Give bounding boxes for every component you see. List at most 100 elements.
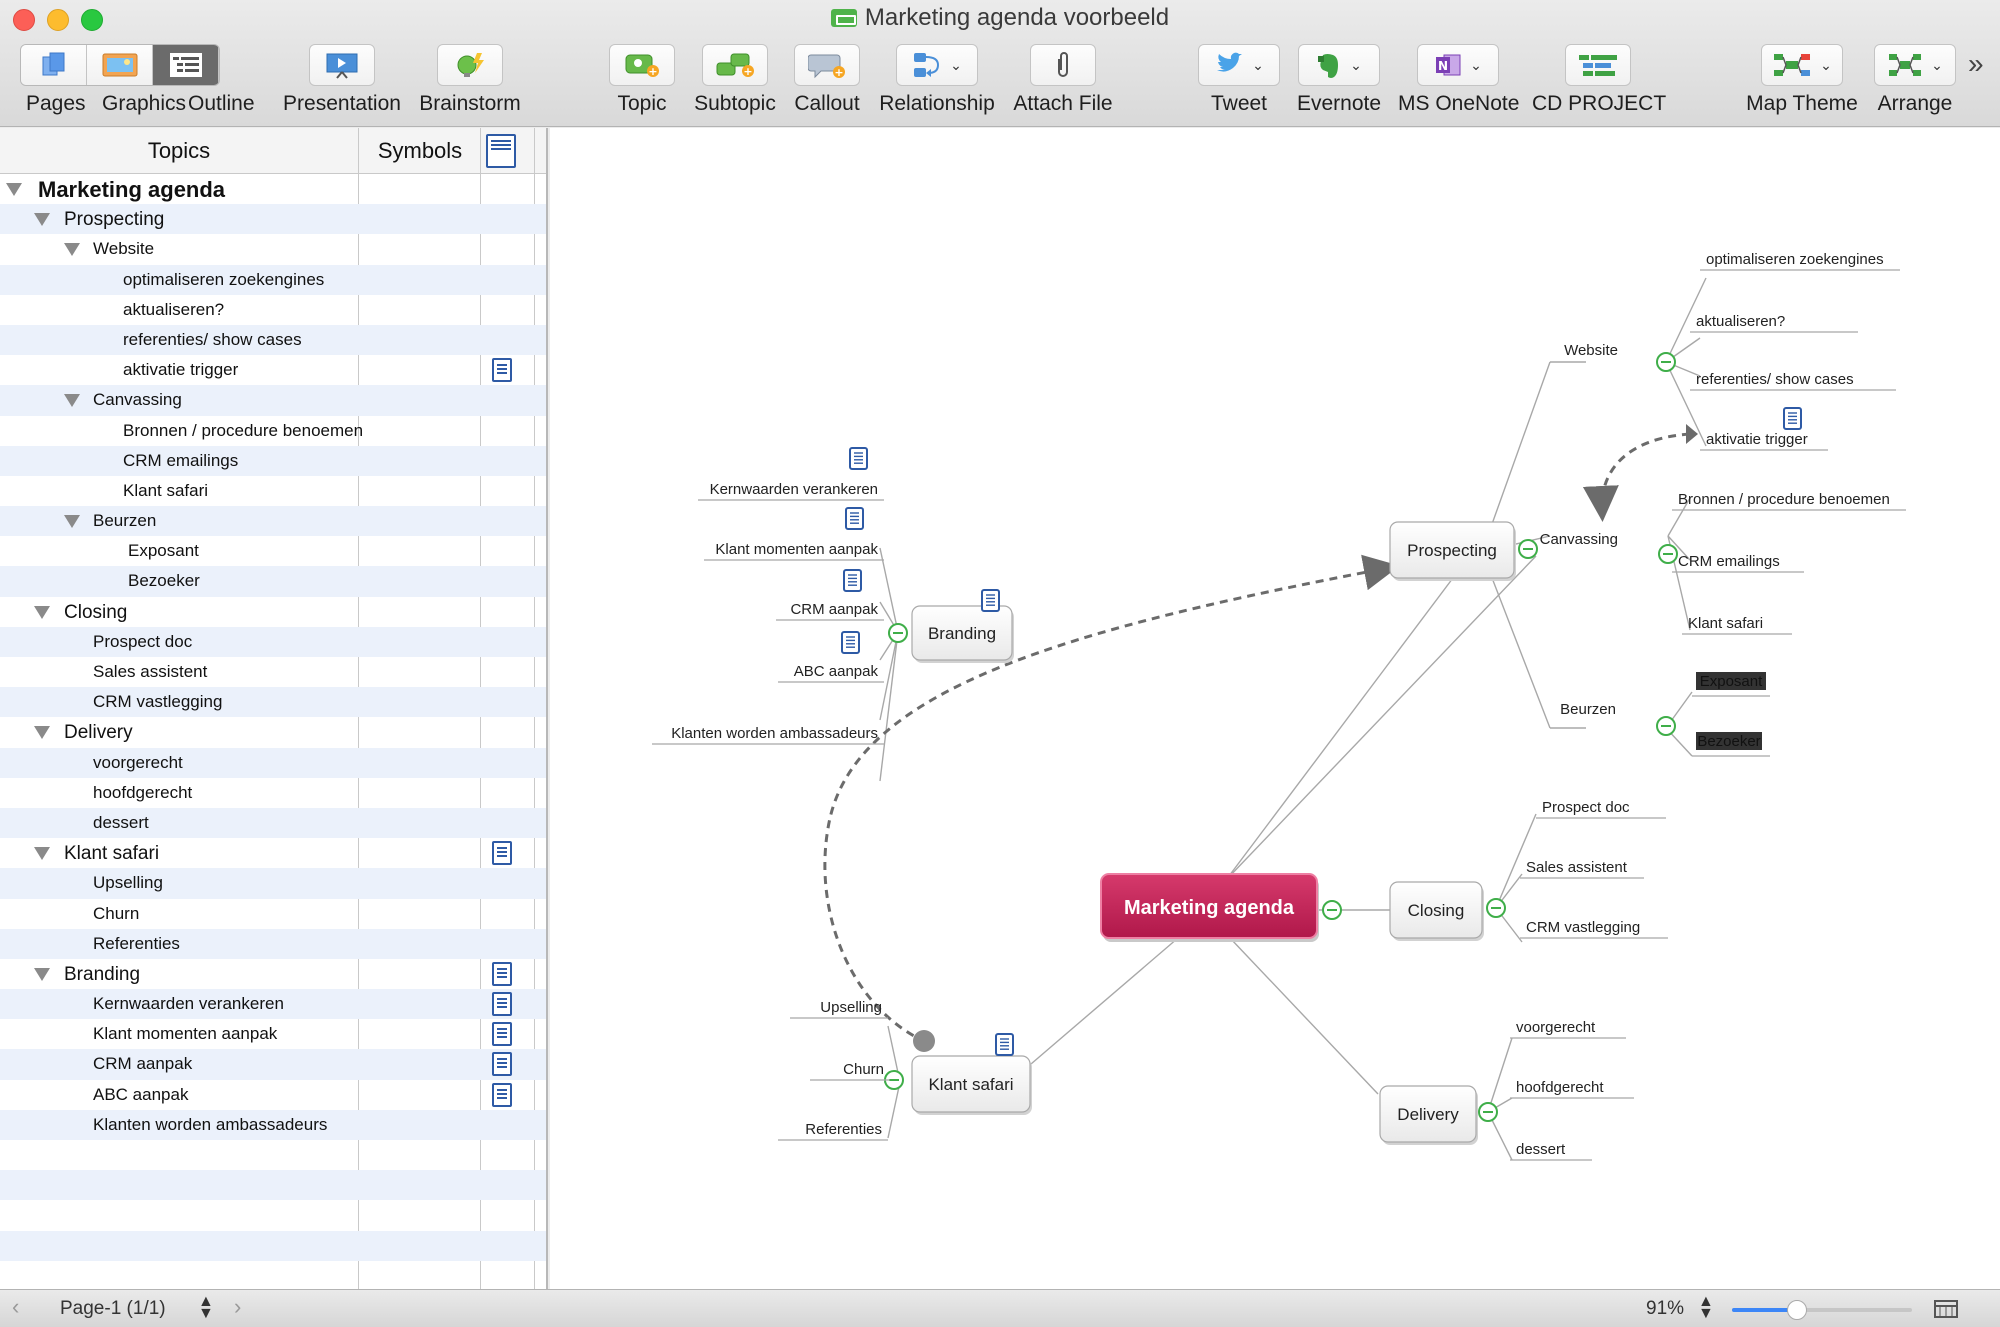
toolbar-overflow-button[interactable]: » (1968, 48, 1984, 80)
subtopic-label[interactable]: Sales assistent (1526, 859, 1628, 876)
note-icon[interactable] (995, 1033, 1014, 1056)
outline-row[interactable]: Referenties (0, 928, 546, 959)
evernote-button[interactable]: ⌄ Evernote (1296, 44, 1382, 122)
topic-button[interactable]: + Topic (606, 44, 678, 122)
outline-row[interactable]: CRM aanpak (0, 1049, 546, 1081)
outline-row[interactable]: Sales assistent (0, 657, 546, 687)
outline-row[interactable]: Delivery (0, 717, 546, 747)
callout-button[interactable]: + Callout (790, 44, 864, 122)
disclosure-triangle-icon[interactable] (64, 394, 80, 408)
subtopic-label[interactable]: optimaliseren zoekengines (1706, 251, 1884, 268)
subtopic-label[interactable]: aktivatie trigger (1706, 431, 1808, 448)
relationship-handle[interactable] (913, 1030, 935, 1052)
outline-row[interactable]: Branding (0, 959, 546, 989)
outline-row[interactable]: Bronnen / procedure benoemen (0, 416, 546, 446)
mind-map-canvas[interactable]: Marketing agenda Prospecting Closing Delive… (550, 128, 2000, 1289)
outline-view-button[interactable] (153, 45, 219, 85)
attach-file-button[interactable]: Attach File (1010, 44, 1116, 122)
outline-row[interactable]: referenties/ show cases (0, 324, 546, 356)
note-icon[interactable] (492, 961, 512, 992)
disclosure-triangle-icon[interactable] (64, 515, 80, 529)
relationship-button[interactable]: ⌄ Relationship (876, 44, 998, 122)
topics-column-header[interactable]: Topics (0, 128, 358, 174)
note-icon[interactable] (845, 507, 864, 530)
outline-row[interactable]: Exposant (0, 536, 546, 566)
bezoeker-label[interactable]: Bezoeker (1697, 733, 1760, 750)
outline-row[interactable]: dessert (0, 807, 546, 839)
relationship-arrow[interactable] (823, 554, 1400, 1044)
subtopic-label[interactable]: CRM aanpak (790, 601, 878, 618)
symbols-column-header[interactable]: Symbols (360, 128, 480, 174)
disclosure-triangle-icon[interactable] (6, 183, 22, 196)
tweet-button[interactable]: ⌄ Tweet (1198, 44, 1280, 122)
collapse-toggle-icon[interactable] (1478, 1102, 1498, 1122)
presentation-button[interactable]: Presentation (276, 44, 408, 122)
zoom-slider-knob[interactable] (1786, 1300, 1807, 1320)
note-icon[interactable] (849, 447, 868, 470)
cd-project-button[interactable]: CD PROJECT (1532, 44, 1666, 122)
map-theme-button[interactable]: ⌄ Map Theme (1744, 44, 1860, 122)
graphics-view-button[interactable] (87, 45, 153, 85)
note-icon[interactable] (492, 841, 512, 871)
collapse-toggle-icon[interactable] (1656, 352, 1676, 372)
subtopic-label[interactable]: Churn (843, 1061, 884, 1078)
subtopic-label[interactable]: voorgerecht (1516, 1019, 1596, 1036)
collapse-toggle-icon[interactable] (1322, 900, 1342, 920)
disclosure-triangle-icon[interactable] (64, 243, 80, 257)
subtopic-label[interactable]: aktualiseren? (1696, 313, 1785, 330)
zoom-stepper[interactable]: ▲ ▼ (1698, 1294, 1714, 1322)
disclosure-triangle-icon[interactable] (34, 967, 50, 981)
outline-row[interactable]: Churn (0, 899, 546, 929)
outline-row[interactable]: CRM emailings (0, 445, 546, 476)
subtopic-label[interactable]: dessert (1516, 1141, 1566, 1158)
subtopic-label[interactable]: hoofdgerecht (1516, 1079, 1604, 1096)
note-icon[interactable] (841, 631, 860, 654)
disclosure-triangle-icon[interactable] (34, 726, 50, 740)
note-icon[interactable] (1783, 407, 1802, 430)
note-icon[interactable] (492, 1052, 512, 1081)
outline-row[interactable]: Klanten worden ambassadeurs (0, 1109, 546, 1140)
relationship-arrow[interactable] (1582, 432, 1691, 522)
disclosure-triangle-icon[interactable] (34, 605, 50, 619)
subtopic-label[interactable]: Prospect doc (1542, 799, 1630, 816)
note-icon[interactable] (492, 1082, 512, 1112)
subtopic-label[interactable]: CRM vastlegging (1526, 919, 1640, 936)
fit-page-icon[interactable] (1934, 1300, 1958, 1318)
previous-page-arrow-icon[interactable]: ‹ (12, 1294, 19, 1320)
note-icon[interactable] (843, 569, 862, 592)
outline-row[interactable]: Bezoeker (0, 566, 546, 597)
subtopic-label[interactable]: referenties/ show cases (1696, 371, 1854, 388)
subtopic-label[interactable]: Klant momenten aanpak (715, 541, 878, 558)
collapse-toggle-icon[interactable] (888, 623, 908, 643)
subtopic-label[interactable]: Referenties (805, 1121, 882, 1138)
outline-row[interactable]: Prospect doc (0, 626, 546, 657)
page-stepper[interactable]: ▲ ▼ (198, 1294, 214, 1322)
subtopic-button[interactable]: + Subtopic (690, 44, 780, 122)
mind-map[interactable]: Marketing agenda Prospecting Closing Delive… (550, 128, 2000, 1289)
outline-row[interactable]: Prospecting (0, 204, 546, 235)
subtopic-label[interactable]: CRM emailings (1678, 553, 1780, 570)
collapse-toggle-icon[interactable] (1518, 539, 1538, 559)
outline-row[interactable]: Marketing agenda (0, 174, 546, 204)
notes-column-header[interactable] (486, 134, 516, 173)
subtopic-label[interactable]: Kernwaarden verankeren (710, 481, 878, 498)
collapse-toggle-icon[interactable] (1656, 716, 1676, 736)
note-icon[interactable] (492, 992, 512, 1021)
subtopic-label[interactable]: Upselling (820, 999, 882, 1016)
outline-row[interactable]: Canvassing (0, 385, 546, 416)
outline-row[interactable]: aktualiseren? (0, 295, 546, 325)
subtopic-label[interactable]: ABC aanpak (794, 663, 879, 680)
collapse-toggle-icon[interactable] (1486, 898, 1506, 918)
view-segmented-control[interactable] (20, 44, 220, 86)
subtopic-label[interactable]: Bronnen / procedure benoemen (1678, 491, 1890, 508)
arrange-button[interactable]: ⌄ Arrange (1874, 44, 1956, 122)
brainstorm-button[interactable]: Brainstorm (414, 44, 526, 122)
outline-row[interactable]: Klant momenten aanpak (0, 1019, 546, 1049)
exposant-label[interactable]: Exposant (1700, 673, 1763, 690)
outline-row[interactable]: Klant safari (0, 476, 546, 506)
onenote-button[interactable]: N ⌄ MS OneNote (1398, 44, 1519, 122)
outline-row[interactable]: Closing (0, 597, 546, 627)
next-page-arrow-icon[interactable]: › (234, 1294, 241, 1320)
outline-row[interactable]: Klant safari (0, 838, 546, 868)
collapse-toggle-icon[interactable] (1658, 544, 1678, 564)
